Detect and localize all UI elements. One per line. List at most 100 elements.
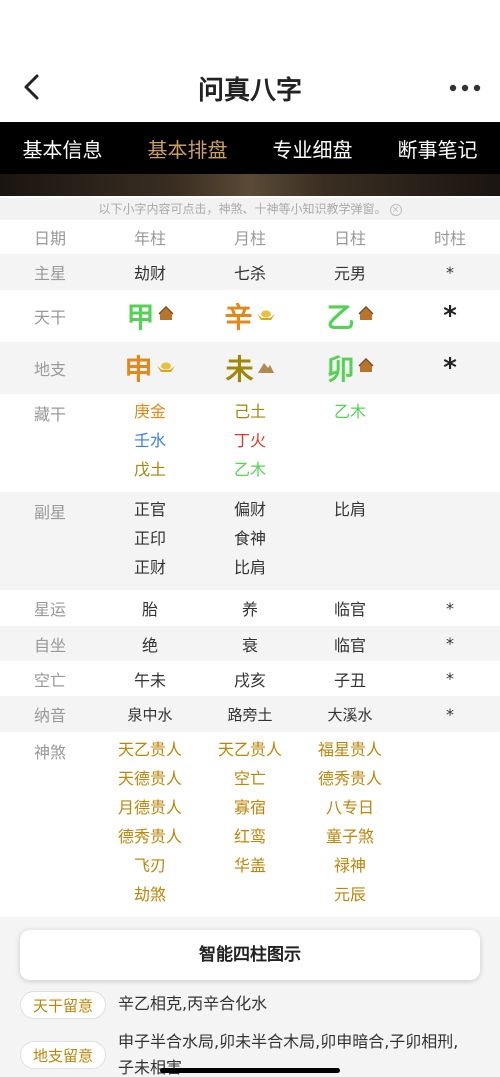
fuxing-item[interactable]: 正印 xyxy=(134,524,166,553)
house-icon xyxy=(357,357,374,378)
canggan-item[interactable]: 壬水 xyxy=(134,426,166,455)
kongwang-hour: * xyxy=(446,669,454,688)
canggan-item[interactable]: 戊土 xyxy=(134,455,166,484)
bazi-grid: 日期 年柱 月柱 日柱 时柱 主星 劫财 七杀 元男 * 天干 甲 辛 乙 * … xyxy=(0,220,500,918)
shensha-year: 天乙贵人 天德贵人 月德贵人 德秀贵人 飞刃 劫煞 xyxy=(100,735,200,918)
nayin-hour: * xyxy=(446,704,454,724)
nayin-year[interactable]: 泉中水 xyxy=(100,696,200,732)
shensha-item[interactable]: 华盖 xyxy=(234,851,266,880)
nayin-day[interactable]: 大溪水 xyxy=(300,696,400,732)
more-icon[interactable] xyxy=(448,72,482,102)
tab-basic-info[interactable]: 基本信息 xyxy=(0,134,125,163)
note-tag[interactable]: 地支留意 xyxy=(20,1041,107,1069)
row-label: 主星 xyxy=(33,264,66,283)
note-tag[interactable]: 天干留意 xyxy=(20,991,107,1019)
zizuo-day[interactable]: 临官 xyxy=(300,626,400,661)
xingyun-hour: * xyxy=(446,598,454,618)
fuxing-item[interactable]: 偏财 xyxy=(234,495,266,524)
shensha-item[interactable]: 天乙贵人 xyxy=(118,735,182,764)
row-main-star: 主星 劫财 七杀 元男 * xyxy=(0,254,500,290)
fuxing-day: 比肩 xyxy=(300,495,400,590)
canggan-year: 庚金 壬水 戊土 xyxy=(100,397,200,492)
shensha-item[interactable]: 八专日 xyxy=(326,793,374,822)
hint-bar[interactable]: 以下小字内容可点击，神煞、十神等小知识教学弹窗。 × xyxy=(0,198,500,220)
fuxing-item[interactable]: 食神 xyxy=(234,524,266,553)
shensha-item[interactable]: 空亡 xyxy=(234,764,266,793)
shensha-item[interactable]: 天德贵人 xyxy=(118,764,182,793)
shensha-item[interactable]: 德秀贵人 xyxy=(118,822,182,851)
nayin-month[interactable]: 路旁土 xyxy=(200,696,300,732)
tiangan-year[interactable]: 甲 xyxy=(100,290,200,342)
tab-notes[interactable]: 断事笔记 xyxy=(375,134,500,163)
fuxing-item[interactable]: 比肩 xyxy=(234,553,266,582)
home-indicator[interactable] xyxy=(160,1068,340,1073)
close-icon[interactable]: × xyxy=(389,203,402,216)
main-star-month[interactable]: 七杀 xyxy=(200,254,300,290)
dizhi-day[interactable]: 卯 xyxy=(300,342,400,394)
row-nayin: 纳音 泉中水 路旁土 大溪水 * xyxy=(0,696,500,732)
mountain-icon xyxy=(257,359,275,378)
shensha-item[interactable]: 元辰 xyxy=(334,880,366,909)
shensha-day: 福星贵人 德秀贵人 八专日 童子煞 禄神 元辰 xyxy=(300,735,400,918)
dizhi-year-char: 申 xyxy=(124,353,153,386)
tiangan-month[interactable]: 辛 xyxy=(200,290,300,342)
xingyun-year[interactable]: 胎 xyxy=(100,590,200,626)
row-tiangan: 天干 甲 辛 乙 * xyxy=(0,290,500,342)
kongwang-day[interactable]: 子丑 xyxy=(300,661,400,696)
shensha-item[interactable]: 福星贵人 xyxy=(318,735,382,764)
shensha-item[interactable]: 德秀贵人 xyxy=(318,764,382,793)
row-label: 天干 xyxy=(33,308,66,327)
zizuo-month[interactable]: 衰 xyxy=(200,626,300,661)
fuxing-item[interactable]: 正财 xyxy=(134,553,166,582)
tiangan-month-char: 辛 xyxy=(224,301,253,334)
kongwang-year[interactable]: 午未 xyxy=(100,661,200,696)
shensha-item[interactable]: 飞刃 xyxy=(134,851,166,880)
fuxing-hour xyxy=(400,495,500,590)
note-tiangan: 天干留意 辛乙相克,丙辛合化水 xyxy=(20,991,463,1019)
zizuo-year[interactable]: 绝 xyxy=(100,626,200,661)
dizhi-hour: * xyxy=(443,353,457,383)
canggan-month: 己土 丁火 乙木 xyxy=(200,397,300,492)
shensha-item[interactable]: 月德贵人 xyxy=(118,793,182,822)
col-header-year: 年柱 xyxy=(133,229,166,248)
smart-chart-button[interactable]: 智能四柱图示 xyxy=(20,930,480,980)
row-label: 自坐 xyxy=(33,635,66,655)
nav-bar: 问真八字 xyxy=(0,50,500,122)
canggan-item[interactable]: 乙木 xyxy=(334,397,366,426)
shensha-item[interactable]: 天乙贵人 xyxy=(218,735,282,764)
tab-bar: 基本信息 基本排盘 专业细盘 断事笔记 xyxy=(0,122,500,174)
gold-ingot-icon xyxy=(156,359,176,378)
dizhi-year[interactable]: 申 xyxy=(100,342,200,394)
dizhi-month[interactable]: 未 xyxy=(200,342,300,394)
col-header-date: 日期 xyxy=(33,229,66,248)
canggan-item[interactable]: 庚金 xyxy=(134,397,166,426)
shensha-item[interactable]: 劫煞 xyxy=(134,880,166,909)
note-text: 辛乙相克,丙辛合化水 xyxy=(118,994,268,1013)
row-dizhi: 地支 申 未 卯 * xyxy=(0,342,500,394)
canggan-item[interactable]: 丁火 xyxy=(234,426,266,455)
kongwang-month[interactable]: 戌亥 xyxy=(200,661,300,696)
decorative-banner xyxy=(0,174,500,196)
shensha-item[interactable]: 寡宿 xyxy=(234,793,266,822)
shensha-item[interactable]: 童子煞 xyxy=(326,822,374,851)
fuxing-item[interactable]: 正官 xyxy=(134,495,166,524)
tab-detailed-chart[interactable]: 专业细盘 xyxy=(250,134,375,163)
canggan-day: 乙木 xyxy=(300,397,400,492)
tiangan-day-char: 乙 xyxy=(326,301,355,334)
xingyun-day[interactable]: 临官 xyxy=(300,590,400,626)
tab-basic-chart[interactable]: 基本排盘 xyxy=(125,134,250,163)
tiangan-day[interactable]: 乙 xyxy=(300,290,400,342)
main-star-year[interactable]: 劫财 xyxy=(100,254,200,290)
fuxing-item[interactable]: 比肩 xyxy=(334,495,366,524)
row-label: 神煞 xyxy=(33,743,66,762)
main-star-day[interactable]: 元男 xyxy=(300,254,400,290)
shensha-item[interactable]: 禄神 xyxy=(334,851,366,880)
canggan-item[interactable]: 己土 xyxy=(234,397,266,426)
shensha-item[interactable]: 红鸾 xyxy=(234,822,266,851)
row-xingyun: 星运 胎 养 临官 * xyxy=(0,590,500,626)
canggan-hour xyxy=(400,397,500,492)
dizhi-month-char: 未 xyxy=(225,353,254,386)
row-zizuo: 自坐 绝 衰 临官 * xyxy=(0,626,500,661)
xingyun-month[interactable]: 养 xyxy=(200,590,300,626)
canggan-item[interactable]: 乙木 xyxy=(234,455,266,484)
